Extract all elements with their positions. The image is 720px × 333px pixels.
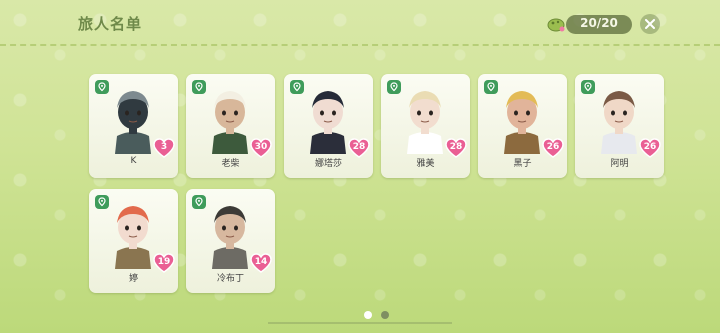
- traveler-portrait: [115, 91, 151, 154]
- traveler-portrait: [504, 91, 540, 154]
- traveler-count: 20/20: [580, 16, 618, 30]
- traveler-card[interactable]: 老柴 30: [186, 74, 275, 178]
- page-dot-1[interactable]: [364, 311, 372, 319]
- traveler-portrait: [601, 91, 637, 154]
- page-title: 旅人名单: [78, 15, 143, 33]
- page-indicator: [0, 311, 720, 321]
- close-icon: [645, 19, 655, 29]
- traveler-portrait: [212, 91, 248, 154]
- affinity-level: 28: [449, 142, 463, 152]
- affinity-level: 14: [254, 257, 268, 267]
- traveler-card[interactable]: 阿明 26: [575, 74, 664, 178]
- traveler-portrait: [115, 206, 151, 269]
- traveler-card[interactable]: 娜塔莎 28: [284, 74, 373, 178]
- close-button[interactable]: [640, 14, 660, 34]
- affinity-level: 26: [643, 142, 657, 152]
- traveler-card[interactable]: 婷 19: [89, 189, 178, 293]
- affinity-level: 30: [254, 142, 268, 152]
- affinity-level: 3: [160, 142, 168, 152]
- affinity-level: 19: [157, 257, 171, 267]
- traveler-card[interactable]: K 3: [89, 74, 178, 178]
- mushroom-coin-icon: [547, 18, 565, 32]
- affinity-level: 28: [352, 142, 366, 152]
- header-bar: 旅人名单 20/20: [0, 0, 720, 46]
- traveler-portrait: [310, 91, 346, 154]
- affinity-level: 26: [546, 142, 560, 152]
- traveler-card[interactable]: 黑子 26: [478, 74, 567, 178]
- page-dot-2[interactable]: [381, 311, 389, 319]
- traveler-portrait: [407, 91, 443, 154]
- traveler-portrait: [212, 206, 248, 269]
- scroll-track: [268, 322, 452, 324]
- traveler-card[interactable]: 冷布丁 14: [186, 189, 275, 293]
- traveler-card[interactable]: 雅美 28: [381, 74, 470, 178]
